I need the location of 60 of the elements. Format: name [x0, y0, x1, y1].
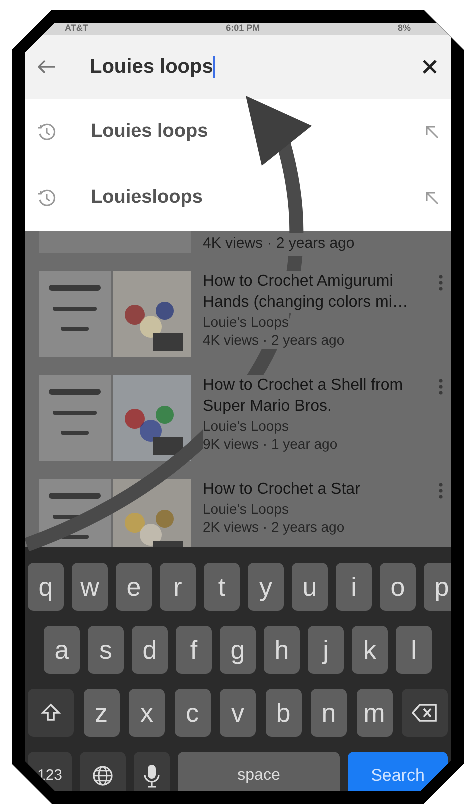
clock-label: 6:01 PM [226, 23, 260, 36]
keyboard-key[interactable]: v [220, 689, 256, 737]
channel-name: Louie's Loops [203, 417, 289, 435]
back-arrow-icon[interactable] [38, 60, 56, 74]
battery-label: 8% [398, 23, 411, 36]
suggestion-item[interactable]: Louiesloops [25, 165, 451, 231]
keyboard-key[interactable]: j [308, 626, 344, 674]
more-options-icon[interactable] [439, 379, 443, 395]
fill-in-arrow-icon[interactable] [425, 125, 439, 139]
fill-in-arrow-icon[interactable] [425, 191, 439, 205]
suggestion-text: Louies loops [91, 120, 210, 144]
shift-key[interactable] [28, 689, 74, 737]
video-meta: 4K views · 2 years ago [203, 233, 355, 256]
history-icon [37, 188, 57, 208]
keyboard-key[interactable]: m [356, 689, 392, 737]
keyboard-key[interactable]: r [160, 563, 196, 611]
space-key[interactable]: space [178, 752, 340, 791]
keyboard-key[interactable]: k [352, 626, 388, 674]
keyboard-key[interactable]: i [336, 563, 372, 611]
globe-icon [92, 765, 114, 787]
keyboard-key[interactable]: o [380, 563, 416, 611]
backspace-icon [412, 704, 438, 722]
keyboard-key[interactable]: s [88, 626, 124, 674]
suggestion-item[interactable]: Louies loops [25, 99, 451, 165]
keyboard-key[interactable]: t [204, 563, 240, 611]
search-key[interactable]: Search [348, 752, 448, 791]
carrier-label: AT&T [65, 23, 88, 36]
video-meta: 9K views · 1 year ago [203, 435, 338, 453]
microphone-icon [144, 764, 160, 788]
search-field[interactable]: Louies loops [90, 52, 388, 82]
channel-name: Louie's Loops [203, 313, 289, 331]
keyboard-key[interactable]: f [176, 626, 212, 674]
keyboard-key[interactable]: b [266, 689, 302, 737]
suggestion-text: Louiesloops [91, 186, 204, 210]
keyboard-key[interactable]: p [424, 563, 451, 611]
keyboard-key[interactable]: n [311, 689, 347, 737]
keyboard-key[interactable]: z [84, 689, 120, 737]
more-options-icon[interactable] [439, 483, 443, 499]
microphone-key[interactable] [134, 752, 170, 791]
keyboard-key[interactable]: q [28, 563, 64, 611]
keyboard-key[interactable]: a [44, 626, 80, 674]
keyboard-key[interactable]: e [116, 563, 152, 611]
globe-key[interactable] [80, 752, 126, 791]
keyboard-key[interactable]: g [220, 626, 256, 674]
keyboard-key[interactable]: w [72, 563, 108, 611]
more-options-icon[interactable] [439, 275, 443, 291]
keyboard-key[interactable]: x [129, 689, 165, 737]
keyboard-key[interactable]: d [132, 626, 168, 674]
backspace-key[interactable] [402, 689, 448, 737]
keyboard-key[interactable]: l [396, 626, 432, 674]
close-icon[interactable] [422, 59, 438, 75]
video-meta: 4K views · 2 years ago [203, 331, 345, 349]
history-icon [37, 122, 57, 142]
arrowhead [246, 96, 312, 166]
keyboard-key[interactable]: c [174, 689, 210, 737]
keyboard-key[interactable]: u [292, 563, 328, 611]
keyboard-key[interactable]: h [264, 626, 300, 674]
shift-icon [41, 703, 61, 723]
keyboard-key[interactable]: y [248, 563, 284, 611]
search-text: Louies loops [90, 55, 214, 80]
